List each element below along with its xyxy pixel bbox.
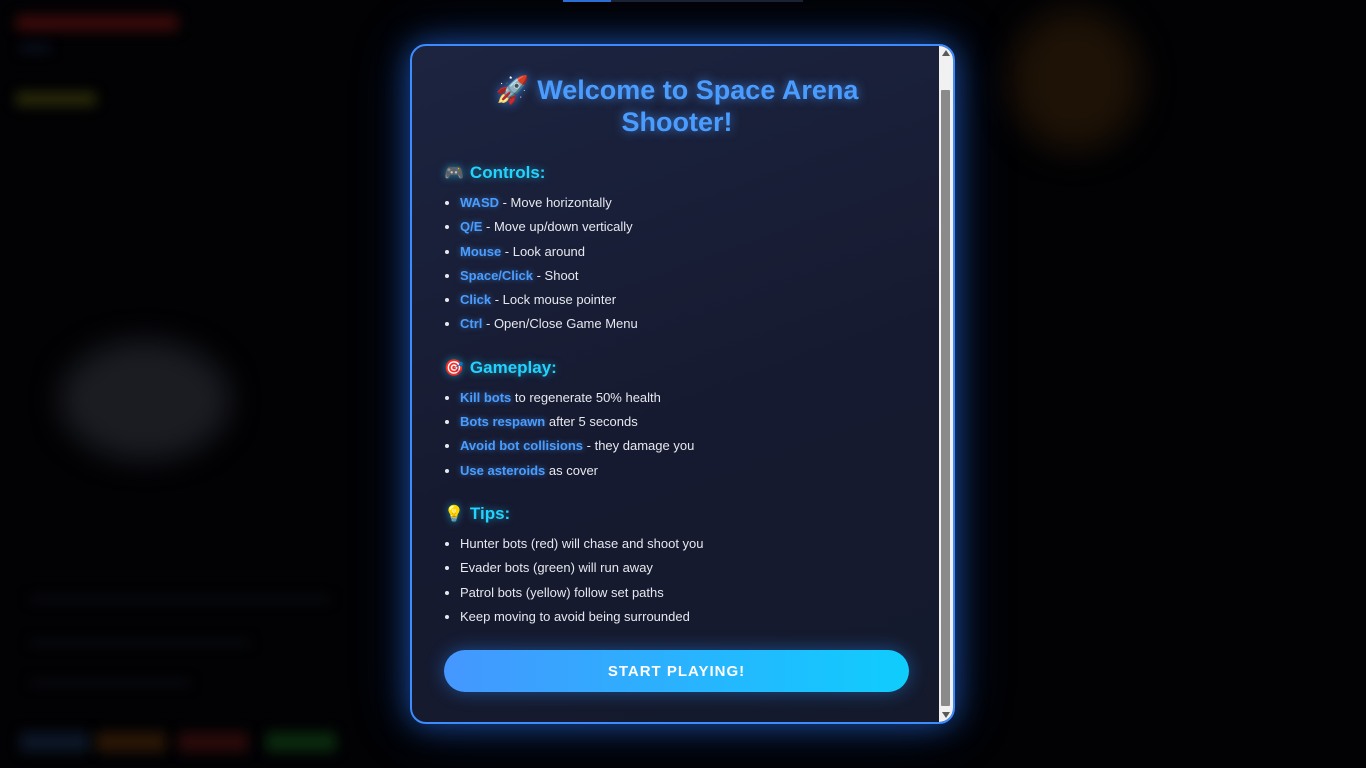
scroll-up-arrow-icon[interactable] bbox=[942, 50, 950, 56]
blurred-button bbox=[178, 732, 248, 752]
modal-content: 🚀 Welcome to Space Arena Shooter! 🎮 Contro… bbox=[412, 46, 942, 722]
blurred-health-bar bbox=[16, 15, 178, 31]
lightbulb-icon: 💡 bbox=[444, 505, 464, 523]
section-list: Kill bots to regenerate 50% healthBots r… bbox=[444, 386, 910, 483]
list-item: Patrol bots (yellow) follow set paths bbox=[460, 581, 910, 605]
blurred-hud-line bbox=[30, 640, 250, 646]
highlight-key: Mouse bbox=[460, 243, 502, 259]
item-description: to regenerate 50% health bbox=[511, 389, 661, 405]
list-item: Q/E - Move up/down vertically bbox=[460, 215, 910, 239]
list-item: Bots respawn after 5 seconds bbox=[460, 410, 910, 434]
list-item: Mouse - Look around bbox=[460, 240, 910, 264]
item-description: Keep moving to avoid being surrounded bbox=[460, 608, 690, 624]
target-icon: 🎯 bbox=[444, 359, 464, 377]
list-item: Keep moving to avoid being surrounded bbox=[460, 605, 910, 629]
item-description: - Open/Close Game Menu bbox=[482, 316, 638, 332]
modal-title: 🚀 Welcome to Space Arena Shooter! bbox=[444, 74, 910, 138]
item-description: - they damage you bbox=[583, 438, 695, 454]
gamepad-icon: 🎮 bbox=[444, 165, 464, 182]
list-item: Hunter bots (red) will chase and shoot y… bbox=[460, 532, 910, 556]
start-playing-button[interactable]: START PLAYING! bbox=[444, 650, 909, 692]
rocket-icon: 🚀 bbox=[495, 75, 530, 105]
list-item: WASD - Move horizontally bbox=[460, 191, 910, 215]
highlight-key: Space/Click bbox=[460, 267, 533, 283]
highlight-key: Use asteroids bbox=[460, 462, 546, 478]
scroll-down-arrow-icon[interactable] bbox=[942, 712, 950, 718]
welcome-modal: 🚀 Welcome to Space Arena Shooter! 🎮 Contro… bbox=[410, 44, 955, 724]
item-description: - Shoot bbox=[533, 267, 579, 283]
section-list: Hunter bots (red) will chase and shoot y… bbox=[444, 532, 910, 629]
list-item: Click - Lock mouse pointer bbox=[460, 288, 910, 312]
section: 🎯 Gameplay: Kill bots to regenerate 50% he… bbox=[444, 357, 910, 483]
item-description: - Lock mouse pointer bbox=[491, 292, 617, 308]
blurred-orb bbox=[1010, 10, 1140, 150]
section-list: WASD - Move horizontallyQ/E - Move up/do… bbox=[444, 191, 910, 337]
highlight-key: WASD bbox=[460, 195, 499, 210]
list-item: Evader bots (green) will run away bbox=[460, 556, 910, 580]
section-title-text: Tips: bbox=[469, 503, 511, 523]
scrollbar-thumb[interactable] bbox=[941, 90, 950, 706]
list-item: Kill bots to regenerate 50% health bbox=[460, 386, 910, 410]
modal-scrollbar[interactable] bbox=[939, 46, 953, 722]
section-title-text: Controls: bbox=[469, 163, 546, 182]
highlight-key: Q/E bbox=[460, 219, 483, 235]
blurred-hud-line bbox=[30, 680, 190, 686]
blurred-score bbox=[16, 92, 96, 106]
item-description: Hunter bots (red) will chase and shoot y… bbox=[460, 535, 704, 551]
highlight-key: Bots respawn bbox=[460, 414, 546, 430]
blurred-hud-text bbox=[20, 44, 50, 52]
list-item: Ctrl - Open/Close Game Menu bbox=[460, 312, 910, 336]
item-description: as cover bbox=[545, 462, 599, 478]
item-description: - Move up/down vertically bbox=[482, 219, 633, 235]
highlight-key: Kill bots bbox=[460, 389, 512, 405]
section: 🎮Controls:WASD - Move horizontallyQ/E - … bbox=[444, 162, 910, 337]
list-item: Avoid bot collisions - they damage you bbox=[460, 434, 910, 458]
section-title: 💡 Tips: bbox=[444, 503, 910, 526]
section-title: 🎮 Controls: bbox=[444, 162, 910, 185]
modal-title-text: Welcome to Space Arena Shooter! bbox=[537, 75, 859, 137]
item-description: after 5 seconds bbox=[545, 414, 638, 430]
blurred-button bbox=[96, 732, 166, 752]
modal-sections: 🎮Controls:WASD - Move horizontallyQ/E - … bbox=[444, 162, 910, 629]
highlight-key: Ctrl bbox=[460, 316, 483, 332]
item-description: Evader bots (green) will run away bbox=[460, 560, 653, 576]
highlight-key: Click bbox=[460, 292, 492, 308]
item-description: Patrol bots (yellow) follow set paths bbox=[460, 584, 664, 600]
highlight-key: Avoid bot collisions bbox=[460, 438, 584, 454]
section: 💡 Tips: Hunter bots (red) will chase and s… bbox=[444, 503, 910, 629]
blurred-hud-line bbox=[30, 596, 330, 602]
section-title-text: Gameplay: bbox=[469, 357, 557, 377]
list-item: Use asteroids as cover bbox=[460, 459, 910, 483]
blurred-button bbox=[20, 732, 90, 752]
top-tab-indicator bbox=[563, 0, 611, 2]
list-item: Space/Click - Shoot bbox=[460, 264, 910, 288]
blurred-planet bbox=[60, 340, 230, 460]
blurred-button bbox=[266, 732, 336, 752]
item-description: - Look around bbox=[501, 243, 586, 259]
item-description: - Move horizontally bbox=[499, 195, 612, 210]
section-title: 🎯 Gameplay: bbox=[444, 357, 910, 380]
